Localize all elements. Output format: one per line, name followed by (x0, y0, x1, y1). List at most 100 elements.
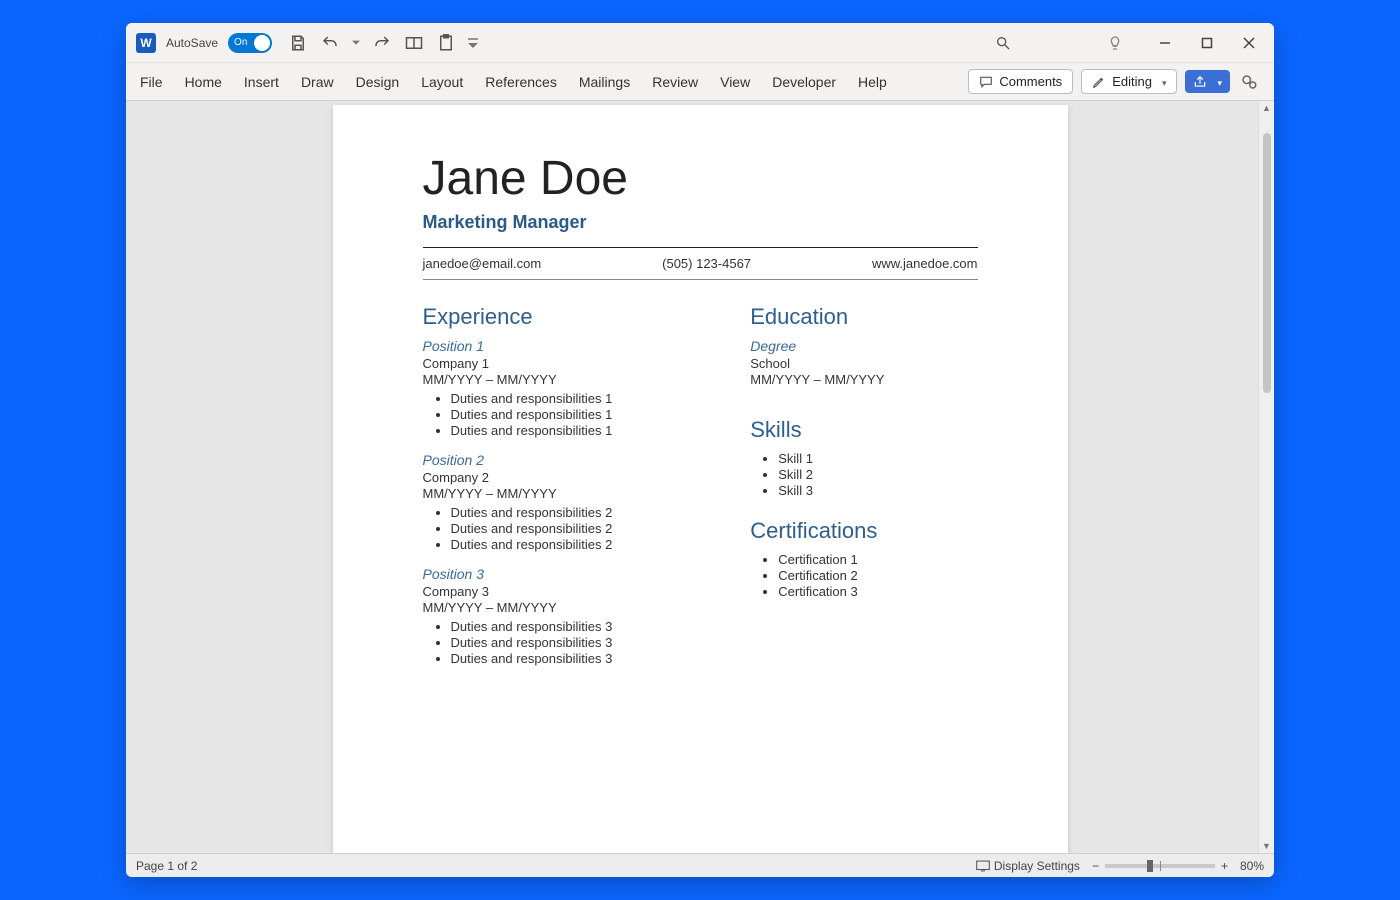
resume-name[interactable]: Jane Doe (423, 151, 978, 206)
pencil-icon (1092, 75, 1106, 89)
education-dates[interactable]: MM/YYYY – MM/YYYY (750, 372, 977, 387)
editing-label: Editing (1112, 74, 1152, 89)
list-item[interactable]: Skill 3 (778, 483, 977, 498)
page[interactable]: Jane Doe Marketing Manager janedoe@email… (333, 105, 1068, 853)
scroll-track[interactable] (1263, 115, 1271, 839)
scroll-up-arrow-icon[interactable]: ▲ (1262, 103, 1271, 113)
position-title[interactable]: Position 3 (423, 566, 701, 582)
list-item[interactable]: Certification 1 (778, 552, 977, 567)
zoom-percent[interactable]: 80% (1240, 859, 1264, 873)
chevron-down-icon (1213, 74, 1222, 89)
copilot-icon[interactable] (1238, 71, 1260, 93)
position-title[interactable]: Position 2 (423, 452, 701, 468)
tab-insert[interactable]: Insert (244, 74, 279, 90)
list-item[interactable]: Duties and responsibilities 1 (451, 407, 701, 422)
tab-mailings[interactable]: Mailings (579, 74, 630, 90)
list-item[interactable]: Skill 2 (778, 467, 977, 482)
autosave-toggle[interactable]: On (228, 33, 272, 53)
list-item[interactable]: Duties and responsibilities 1 (451, 423, 701, 438)
zoom-slider-handle[interactable] (1147, 860, 1153, 872)
undo-dropdown-icon[interactable] (352, 33, 360, 53)
minimize-button[interactable] (1156, 34, 1174, 52)
section-certifications[interactable]: Certifications (750, 518, 977, 544)
list-item[interactable]: Duties and responsibilities 2 (451, 505, 701, 520)
certifications-list[interactable]: Certification 1 Certification 2 Certific… (750, 552, 977, 599)
page-content[interactable]: Jane Doe Marketing Manager janedoe@email… (333, 105, 1068, 700)
contact-block[interactable]: janedoe@email.com (505) 123-4567 www.jan… (423, 247, 978, 280)
position-dates[interactable]: MM/YYYY – MM/YYYY (423, 372, 701, 387)
list-item[interactable]: Duties and responsibilities 2 (451, 537, 701, 552)
scroll-down-arrow-icon[interactable]: ▼ (1262, 841, 1271, 851)
list-item[interactable]: Certification 2 (778, 568, 977, 583)
vertical-scrollbar[interactable]: ▲ ▼ (1258, 101, 1274, 853)
comments-button[interactable]: Comments (968, 69, 1073, 94)
lightbulb-icon[interactable] (1104, 32, 1126, 54)
zoom-slider[interactable] (1105, 864, 1215, 868)
close-button[interactable] (1240, 34, 1258, 52)
resume-job-title[interactable]: Marketing Manager (423, 212, 978, 233)
duties-list[interactable]: Duties and responsibilities 3 Duties and… (423, 619, 701, 666)
window-controls (1156, 34, 1258, 52)
redo-icon[interactable] (372, 33, 392, 53)
position-company[interactable]: Company 3 (423, 584, 701, 599)
section-experience[interactable]: Experience (423, 304, 701, 330)
search-icon[interactable] (992, 32, 1014, 54)
position-company[interactable]: Company 1 (423, 356, 701, 371)
page-indicator[interactable]: Page 1 of 2 (136, 859, 197, 873)
education-degree[interactable]: Degree (750, 338, 977, 354)
section-education[interactable]: Education (750, 304, 977, 330)
skills-list[interactable]: Skill 1 Skill 2 Skill 3 (750, 451, 977, 498)
list-item[interactable]: Certification 3 (778, 584, 977, 599)
position-dates[interactable]: MM/YYYY – MM/YYYY (423, 486, 701, 501)
undo-icon[interactable] (320, 33, 340, 53)
tab-help[interactable]: Help (858, 74, 887, 90)
education-school[interactable]: School (750, 356, 977, 371)
tab-draw[interactable]: Draw (301, 74, 334, 90)
position-company[interactable]: Company 2 (423, 470, 701, 485)
clipboard-icon[interactable] (436, 33, 456, 53)
chevron-down-icon (1158, 74, 1167, 89)
share-button[interactable] (1185, 70, 1230, 93)
customize-qat-icon[interactable] (468, 33, 478, 53)
contact-email[interactable]: janedoe@email.com (423, 256, 542, 271)
section-skills[interactable]: Skills (750, 417, 977, 443)
statusbar: Page 1 of 2 Display Settings − + 80% (126, 853, 1274, 877)
tab-references[interactable]: References (485, 74, 557, 90)
scroll-thumb[interactable] (1263, 133, 1271, 393)
position-title[interactable]: Position 1 (423, 338, 701, 354)
share-icon (1193, 75, 1207, 89)
autosave-label: AutoSave (166, 36, 218, 50)
titlebar: W AutoSave On (126, 23, 1274, 63)
display-settings-icon[interactable]: Display Settings (976, 859, 1080, 873)
tab-layout[interactable]: Layout (421, 74, 463, 90)
maximize-button[interactable] (1198, 34, 1216, 52)
tab-home[interactable]: Home (185, 74, 222, 90)
tab-view[interactable]: View (720, 74, 750, 90)
tab-review[interactable]: Review (652, 74, 698, 90)
right-column: Education Degree School MM/YYYY – MM/YYY… (750, 298, 977, 680)
print-layout-icon[interactable] (404, 33, 424, 53)
left-column: Experience Position 1 Company 1 MM/YYYY … (423, 298, 701, 680)
editing-mode-button[interactable]: Editing (1081, 69, 1177, 94)
list-item[interactable]: Duties and responsibilities 3 (451, 635, 701, 650)
tab-developer[interactable]: Developer (772, 74, 836, 90)
duties-list[interactable]: Duties and responsibilities 2 Duties and… (423, 505, 701, 552)
list-item[interactable]: Skill 1 (778, 451, 977, 466)
position-dates[interactable]: MM/YYYY – MM/YYYY (423, 600, 701, 615)
tab-design[interactable]: Design (356, 74, 400, 90)
duties-list[interactable]: Duties and responsibilities 1 Duties and… (423, 391, 701, 438)
tab-file[interactable]: File (140, 74, 163, 90)
contact-phone[interactable]: (505) 123-4567 (662, 256, 751, 271)
save-icon[interactable] (288, 33, 308, 53)
zoom-controls: − + (1092, 859, 1228, 873)
document-canvas: Jane Doe Marketing Manager janedoe@email… (126, 101, 1274, 853)
comments-label: Comments (999, 74, 1062, 89)
list-item[interactable]: Duties and responsibilities 3 (451, 619, 701, 634)
autosave-toggle-on: On (234, 37, 247, 48)
list-item[interactable]: Duties and responsibilities 2 (451, 521, 701, 536)
zoom-in-button[interactable]: + (1221, 859, 1228, 873)
zoom-out-button[interactable]: − (1092, 859, 1099, 873)
list-item[interactable]: Duties and responsibilities 3 (451, 651, 701, 666)
list-item[interactable]: Duties and responsibilities 1 (451, 391, 701, 406)
contact-web[interactable]: www.janedoe.com (872, 256, 978, 271)
